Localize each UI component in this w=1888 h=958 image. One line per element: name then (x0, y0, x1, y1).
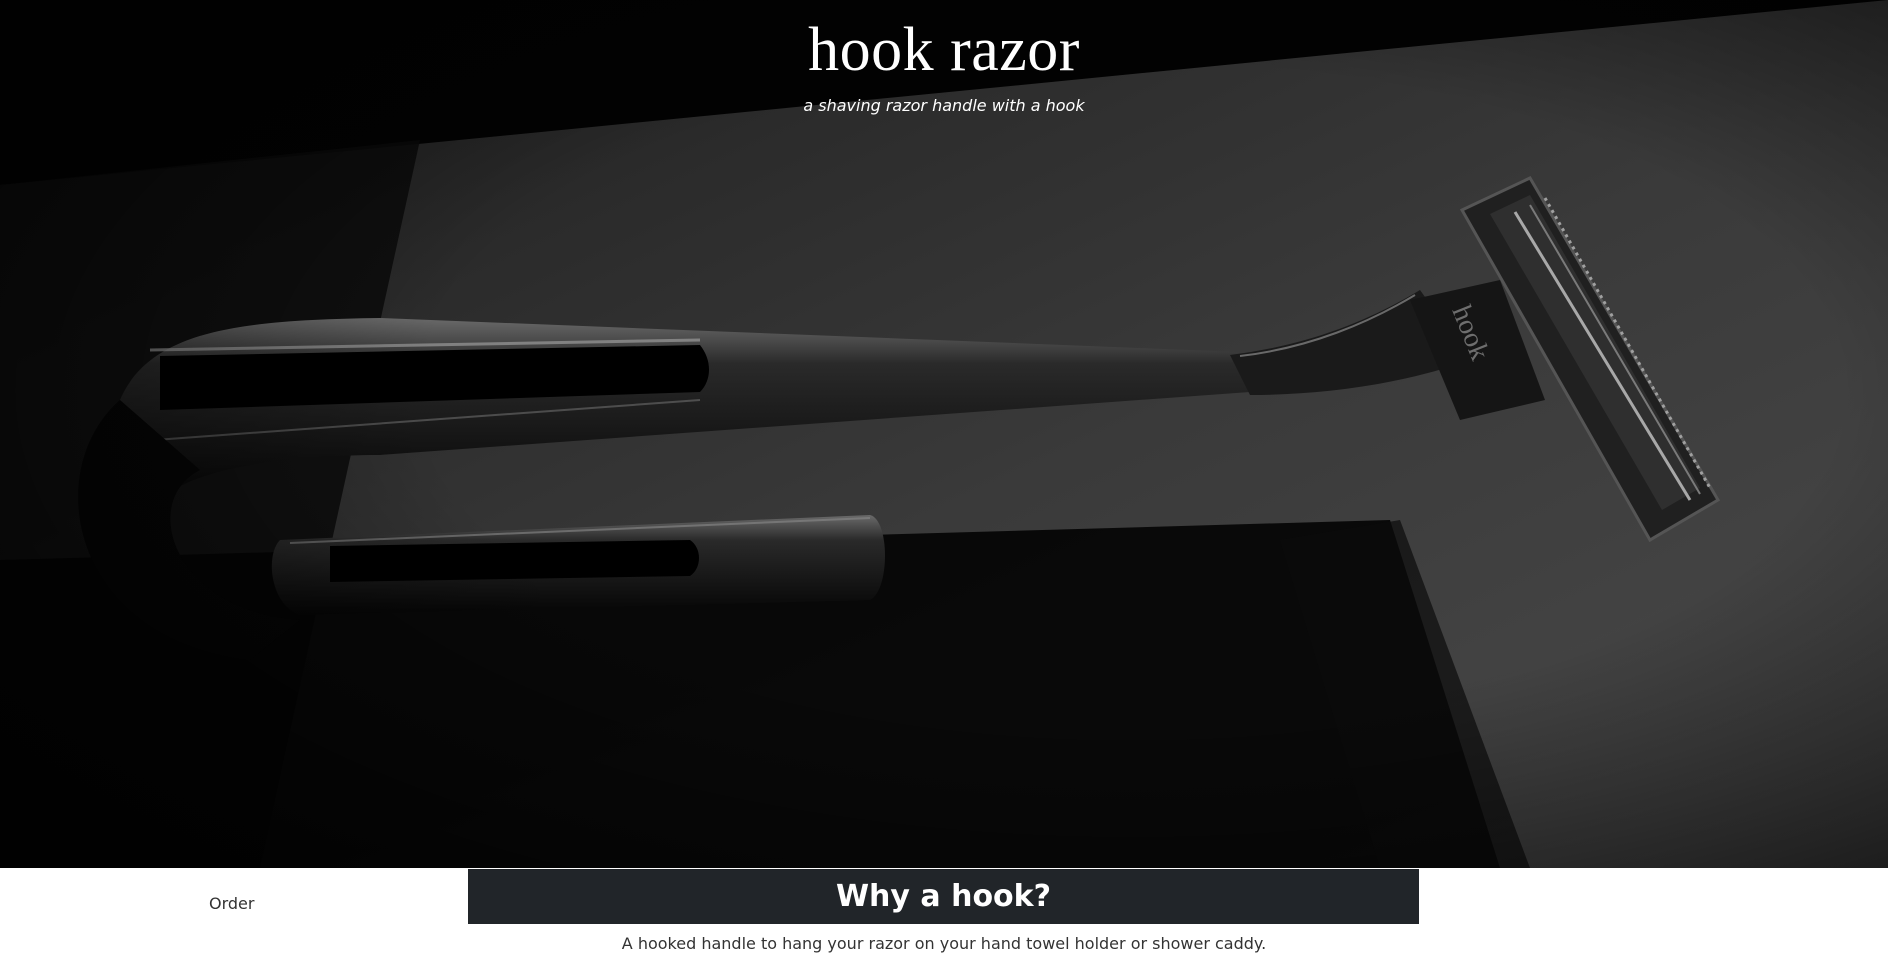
site-subtitle: a shaving razor handle with a hook (803, 96, 1085, 115)
section-body: A hooked handle to hang your razor on yo… (621, 934, 1267, 953)
section-heading: Why a hook? (835, 879, 1052, 914)
order-link[interactable]: Order (209, 893, 254, 915)
hero-photo: hook (0, 0, 1888, 868)
section-header: Why a hook? (468, 869, 1419, 924)
hero-banner: hook hook razor a shaving razor handle w… (0, 0, 1888, 868)
site-title: hook razor (808, 16, 1080, 84)
